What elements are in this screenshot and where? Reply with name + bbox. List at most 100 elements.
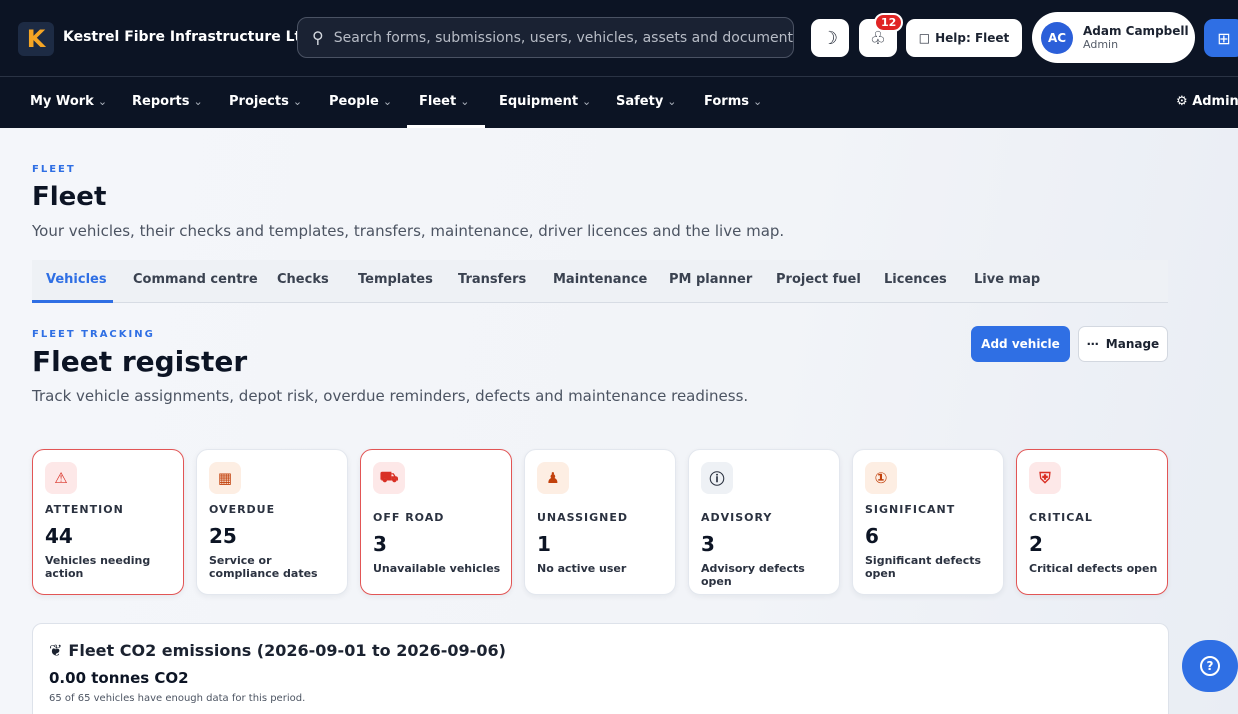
fleet-tabs: Vehicles Command centre Checks Templates… (32, 260, 1168, 303)
nav-item-people[interactable]: People ⌄ (329, 94, 392, 109)
tab-live-map[interactable]: Live map (974, 272, 1040, 287)
alert-circle-icon: ① (865, 462, 897, 494)
shield-alert-icon: ⛨ (1029, 462, 1061, 494)
company-name: Kestrel Fibre Infrastructure Ltd (63, 29, 312, 45)
chevron-down-icon: ⌄ (460, 95, 470, 108)
stat-card-critical[interactable]: ⛨ CRITICAL 2 Critical defects open (1016, 449, 1168, 595)
stat-card-significant[interactable]: ① SIGNIFICANT 6 Significant defects open (852, 449, 1004, 595)
manage-label: Manage (1105, 337, 1160, 351)
plus-square-icon: ⊞ (1217, 28, 1231, 48)
card-value: 6 (865, 524, 879, 548)
stat-card-advisory[interactable]: ⓘ ADVISORY 3 Advisory defects open (688, 449, 840, 595)
stat-card-off-road[interactable]: ⛟ OFF ROAD 3 Unavailable vehicles (360, 449, 512, 595)
card-value: 25 (209, 524, 237, 548)
stat-card-overdue[interactable]: ▦ OVERDUE 25 Service or compliance dates (196, 449, 348, 595)
search-icon: ⚲ (312, 28, 324, 47)
chevron-down-icon: ⌄ (292, 95, 303, 108)
truck-icon: ⛟ (373, 462, 405, 494)
tab-command-centre[interactable]: Command centre (133, 272, 258, 287)
card-description: Significant defects open (865, 554, 982, 580)
tab-vehicles[interactable]: Vehicles (46, 272, 107, 287)
nav-item-fleet[interactable]: Fleet ⌄ (419, 94, 469, 109)
main-nav: My Work ⌄ Reports ⌄ Projects ⌄ People ⌄ Flee… (0, 76, 1238, 128)
quick-add-button[interactable]: ⊞ (1204, 19, 1238, 57)
nav-item-my-work[interactable]: My Work ⌄ (30, 94, 107, 109)
card-label: CRITICAL (1029, 511, 1093, 524)
stat-card-unassigned[interactable]: ♟ UNASSIGNED 1 No active user (524, 449, 676, 595)
card-label: OVERDUE (209, 503, 276, 516)
tab-maintenance[interactable]: Maintenance (553, 272, 647, 287)
card-description: Vehicles needing action (45, 554, 151, 580)
nav-item-reports[interactable]: Reports ⌄ (132, 94, 203, 109)
page-kicker: FLEET (32, 164, 76, 175)
nav-item-equipment[interactable]: Equipment ⌄ (499, 94, 591, 109)
help-button[interactable]: □ Help: Fleet (906, 19, 1022, 57)
tab-project-fuel[interactable]: Project fuel (776, 272, 861, 287)
card-label: UNASSIGNED (537, 511, 628, 524)
chevron-down-icon: ⌄ (97, 95, 108, 108)
leaf-icon: ❦ (49, 641, 63, 660)
user-name: Adam Campbell (1083, 24, 1189, 38)
tab-templates[interactable]: Templates (358, 272, 433, 287)
chevron-down-icon: ⌄ (667, 95, 677, 108)
card-description: Advisory defects open (701, 562, 805, 588)
more-icon: ⋯ (1086, 337, 1099, 351)
card-value: 3 (373, 532, 387, 556)
chevron-down-icon: ⌄ (382, 95, 393, 108)
card-value: 3 (701, 532, 715, 556)
company-logo[interactable]: K (18, 22, 54, 56)
section-subtitle: Track vehicle assignments, depot risk, o… (32, 387, 749, 405)
section-kicker: FLEET TRACKING (32, 329, 155, 340)
card-label: ATTENTION (45, 503, 124, 516)
chevron-down-icon: ⌄ (752, 95, 763, 108)
users-icon: ♟ (537, 462, 569, 494)
panel-title: ❦ Fleet CO2 emissions (2026-09-01 to 2026… (49, 641, 506, 660)
card-label: SIGNIFICANT (865, 503, 956, 516)
chevron-down-icon: ⌄ (582, 95, 592, 108)
user-role: Admin (1083, 38, 1119, 51)
card-description: Service or compliance dates (209, 554, 318, 580)
card-description: Unavailable vehicles (373, 562, 501, 575)
info-icon: ⓘ (701, 462, 733, 494)
card-label: ADVISORY (701, 511, 773, 524)
chevron-down-icon: ⌄ (193, 95, 203, 108)
co2-note: 65 of 65 vehicles have enough data for t… (49, 693, 306, 704)
nav-item-safety[interactable]: Safety ⌄ (616, 94, 677, 109)
card-value: 1 (537, 532, 551, 556)
add-vehicle-button[interactable]: Add vehicle (971, 326, 1070, 362)
main-content: FLEET Fleet Your vehicles, their checks … (0, 129, 1238, 714)
nav-item-forms[interactable]: Forms ⌄ (704, 94, 762, 109)
tab-transfers[interactable]: Transfers (458, 272, 526, 287)
tab-licences[interactable]: Licences (884, 272, 947, 287)
global-search-input[interactable]: ⚲ Search forms, submissions, users, vehi… (297, 17, 794, 58)
manage-button[interactable]: ⋯ Manage (1078, 326, 1168, 362)
active-tab-indicator (32, 300, 113, 303)
card-label: OFF ROAD (373, 511, 445, 524)
avatar: AC (1041, 21, 1073, 54)
nav-active-indicator (407, 125, 485, 128)
gear-icon: ⚙ (1176, 94, 1188, 109)
warning-icon: ⚠ (45, 462, 77, 494)
help-fab-button[interactable]: ? (1182, 640, 1238, 692)
document-icon: □ (918, 31, 931, 45)
section-title: Fleet register (32, 345, 248, 378)
co2-value: 0.00 tonnes CO2 (49, 669, 189, 687)
card-value: 44 (45, 524, 73, 548)
calendar-icon: ▦ (209, 462, 241, 494)
search-placeholder: Search forms, submissions, users, vehicl… (333, 29, 793, 46)
card-value: 2 (1029, 532, 1043, 556)
top-bar: K Kestrel Fibre Infrastructure Ltd ⚲ Sea… (0, 0, 1238, 76)
stat-card-attention[interactable]: ⚠ ATTENTION 44 Vehicles needing action (32, 449, 184, 595)
moon-icon: ☽ (821, 27, 839, 49)
card-description: No active user (537, 562, 627, 575)
tab-checks[interactable]: Checks (277, 272, 329, 287)
co2-emissions-panel: ❦ Fleet CO2 emissions (2026-09-01 to 2026… (32, 623, 1169, 714)
notification-badge: 12 (874, 13, 904, 32)
nav-item-admin[interactable]: ⚙ Admin (1176, 94, 1238, 109)
card-description: Critical defects open (1029, 562, 1158, 575)
theme-toggle-button[interactable]: ☽ (811, 19, 849, 57)
question-icon: ? (1200, 656, 1220, 676)
tab-pm-planner[interactable]: PM planner (669, 272, 752, 287)
user-menu[interactable]: AC Adam Campbell Admin (1032, 12, 1195, 63)
nav-item-projects[interactable]: Projects ⌄ (229, 94, 302, 109)
